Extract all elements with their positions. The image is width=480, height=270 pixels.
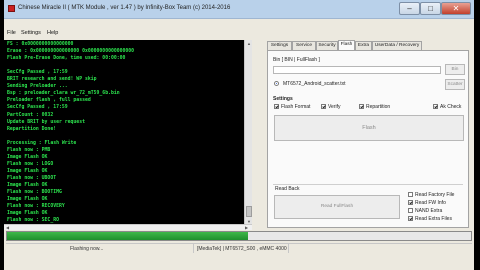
log-line: Image Flash OK [7,183,48,188]
menu-settings[interactable]: Settings [21,30,41,36]
close-button[interactable]: ✕ [441,2,471,15]
title-bar: Chinese Miracle II ( MTK Module , ver 1.… [4,0,474,19]
progress-bar [6,231,472,241]
flash-format-label: Flash Format [281,104,311,110]
tab-service[interactable]: Service [292,41,316,50]
maximize-button[interactable]: □ [420,2,441,15]
flash-button[interactable]: Flash [274,115,464,141]
log-line: Processing : Flash Write [7,140,77,146]
verify-label: Verify [328,104,341,110]
menu-bar: File Settings Help [4,29,474,38]
nand-extra-checkbox[interactable] [408,208,413,213]
log-line: Image Flash OK [7,168,48,174]
settings-label: Settings [273,96,293,102]
status-bar: Flashing now... [MediaTek] | MT6572_S00 … [6,243,472,253]
minimize-button[interactable]: – [399,2,420,15]
tab-security[interactable]: Security [316,41,338,50]
read-fw-info-checkbox[interactable] [408,200,413,205]
read-fw-info-label: Read FW Info [415,200,446,206]
status-segment-device: [MediaTek] | MT6572_S00 , eMMC 4000 [194,244,289,253]
progress-fill [7,232,249,240]
log-line: Erase : 0x000000000000000 0x000000000000… [7,49,135,55]
device-info: [MediaTek] | MT6572_S00 , eMMC 4000 [197,246,287,252]
menu-file[interactable]: File [7,30,16,36]
log-line: Flash Pre-Erase Done, time used: 00:00:0… [7,56,126,62]
log-line: Image Flash OK [7,197,48,203]
repartition-checkbox[interactable] [359,104,364,109]
read-factory-file-label: Read Factory File [415,192,455,198]
status-area: Flashing now... [MediaTek] | MT6572_S00 … [4,230,474,270]
tab-userdata-recovery[interactable]: UserData / Recovery [372,41,422,50]
log-line: PartCount : 0032 [7,112,54,118]
scatter-radio[interactable] [274,81,279,86]
log-line: FS : 0x0000000000000000 [7,42,74,47]
read-fullflash-button[interactable]: Read FullFlash [274,195,400,219]
log-line: Flash now : BOOTIMG [7,190,62,196]
tab-flash[interactable]: Flash [338,40,355,50]
log-line: Flash now : LOGO [7,161,54,167]
log-line: Bsp : preloader_clara wr_72_mT59_6b.bin [7,91,120,97]
flash-format-checkbox[interactable] [274,104,279,109]
ak-check-checkbox[interactable] [433,104,438,109]
log-line: Flash now : UBOOT [7,175,57,181]
ak-check-label: Ak Check [440,104,462,110]
menu-help[interactable]: Help [47,30,58,36]
log-line: Update BRIT by user request [7,119,85,125]
read-extra-files-label: Read Extra Files [415,216,452,222]
log-line: SecCfg Passed , 17:59 [7,105,68,111]
log-line: Preloader flash , full passed [7,98,91,104]
bin-button[interactable]: Bin [445,64,465,75]
log-console[interactable]: FS : 0x0000000000000000 Erase : 0x0000000… [4,40,252,228]
status-message: Flashing now... [70,246,104,252]
read-extra-files-checkbox[interactable] [408,216,413,221]
log-line: Sending Preloader ... [7,84,68,90]
log-line: Flash now : PMB [7,147,51,153]
tab-extra[interactable]: Extra [355,41,372,50]
bin-path-input[interactable] [273,66,441,74]
log-line: SecCfg Passed , 17:59 [7,70,68,76]
scroll-up-arrow-icon[interactable]: ▲ [246,41,252,47]
repartition-label: Repartition [366,104,391,110]
bin-label: Bin [ BIN | FullFlash ] [273,57,320,63]
log-scrollbar[interactable]: ▲ ▼ [244,40,252,228]
flash-panel: Bin [ BIN | FullFlash ] Bin MT6572_Andro… [267,50,469,228]
status-segment-message: Flashing now... [6,244,194,253]
read-back-label: Read Back [275,186,300,192]
read-factory-file-checkbox[interactable] [408,192,413,197]
scrollbar-thumb[interactable] [246,206,252,217]
app-icon [8,5,15,12]
scatter-file-label: MT6572_Android_scatter.txt [283,81,346,87]
log-line: Repartition Done! [7,126,57,132]
scatter-button[interactable]: Scatter [445,79,465,90]
verify-checkbox[interactable] [321,104,326,109]
log-line: Image Flash OK [7,154,48,160]
main-window: Chinese Miracle II ( MTK Module , ver 1.… [4,0,474,270]
log-line: Image Flash OK [7,211,48,217]
nand-extra-label: NAND Extra [415,208,443,214]
window-title: Chinese Miracle II ( MTK Module , ver 1.… [18,5,231,11]
tab-settings[interactable]: Settings [267,41,292,50]
log-line: BRIT research and send! WP skip [7,77,97,83]
log-line: Flash now : SEC_RO [7,218,59,224]
log-line: Flash now : RECOVERY [7,204,65,210]
tab-strip: Settings Service Security Flash Extra Us… [267,40,469,50]
section-divider [273,184,463,185]
